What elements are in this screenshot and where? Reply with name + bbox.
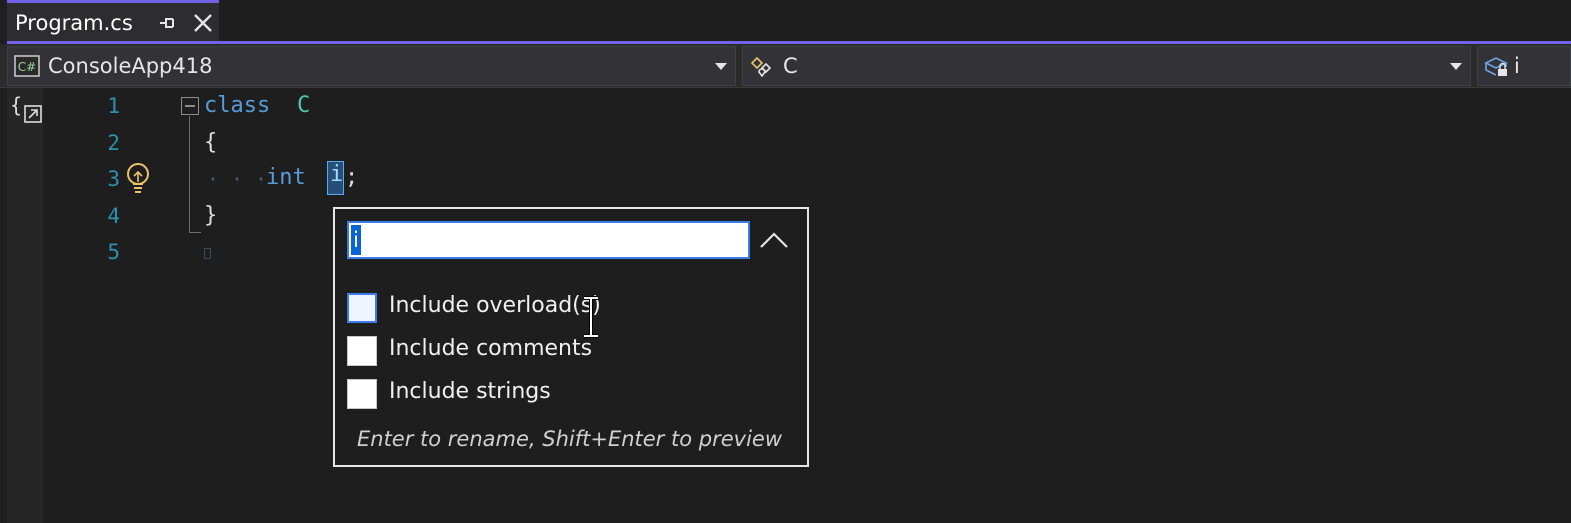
code-identifier[interactable]: i <box>330 162 343 187</box>
project-name: ConsoleApp418 <box>48 54 213 78</box>
chevron-up-icon[interactable] <box>755 223 793 259</box>
rename-input[interactable] <box>347 221 750 259</box>
include-strings-label: Include strings <box>389 379 551 404</box>
line-number: 1 <box>107 94 120 118</box>
project-dropdown[interactable]: C# ConsoleApp418 <box>7 46 736 86</box>
lightbulb-icon[interactable] <box>124 162 152 196</box>
include-comments-label: Include comments <box>389 336 593 361</box>
code-brace: { <box>204 130 218 155</box>
code-whitespace: · · · <box>207 167 268 191</box>
member-dropdown[interactable]: i <box>1477 46 1571 86</box>
include-strings-option[interactable]: Include strings <box>347 379 787 411</box>
pin-icon[interactable] <box>156 12 178 34</box>
member-name: i <box>1514 54 1520 78</box>
svg-text:C#: C# <box>18 60 36 74</box>
include-overloads-option[interactable]: Include overload(s) <box>347 293 787 325</box>
code-semicolon: ; <box>345 165 359 190</box>
document-tab-strip: Program.cs <box>0 0 1571 44</box>
rename-hint: Enter to rename, Shift+Enter to preview <box>357 427 782 451</box>
include-comments-checkbox[interactable] <box>347 336 377 366</box>
collapse-region-button[interactable] <box>181 97 199 115</box>
line-number: 3 <box>107 167 120 191</box>
svg-text:{: { <box>10 94 22 117</box>
chevron-down-icon <box>715 63 727 70</box>
class-icon <box>750 56 772 77</box>
tab-program-cs[interactable]: Program.cs <box>7 0 219 41</box>
outline-guide <box>189 116 190 233</box>
include-comments-option[interactable]: Include comments <box>347 336 787 368</box>
type-name: C <box>783 54 798 78</box>
tab-title: Program.cs <box>15 11 133 35</box>
code-class-name: C <box>297 93 311 118</box>
private-field-icon <box>1484 57 1508 76</box>
indicator-margin: { <box>7 88 43 523</box>
line-number: 2 <box>107 131 120 155</box>
code-keyword: int <box>266 165 306 190</box>
navigation-bar: C# ConsoleApp418 C i <box>0 44 1571 88</box>
code-brace: } <box>204 203 218 228</box>
type-dropdown[interactable]: C <box>742 46 1471 86</box>
close-icon[interactable] <box>192 12 214 34</box>
end-of-file-marker <box>204 248 211 259</box>
line-number: 5 <box>107 240 120 264</box>
inline-rename-popup: i Include overload(s) Include comments I… <box>333 207 809 467</box>
csharp-project-icon: C# <box>14 55 40 77</box>
code-structure-icon[interactable]: { <box>9 94 43 126</box>
outline-guide-end <box>189 232 201 233</box>
chevron-down-icon <box>1450 63 1462 70</box>
line-number: 4 <box>107 204 120 228</box>
include-overloads-label: Include overload(s) <box>389 293 601 318</box>
code-keyword: class <box>204 93 271 118</box>
include-overloads-checkbox[interactable] <box>347 293 377 323</box>
include-strings-checkbox[interactable] <box>347 379 377 409</box>
